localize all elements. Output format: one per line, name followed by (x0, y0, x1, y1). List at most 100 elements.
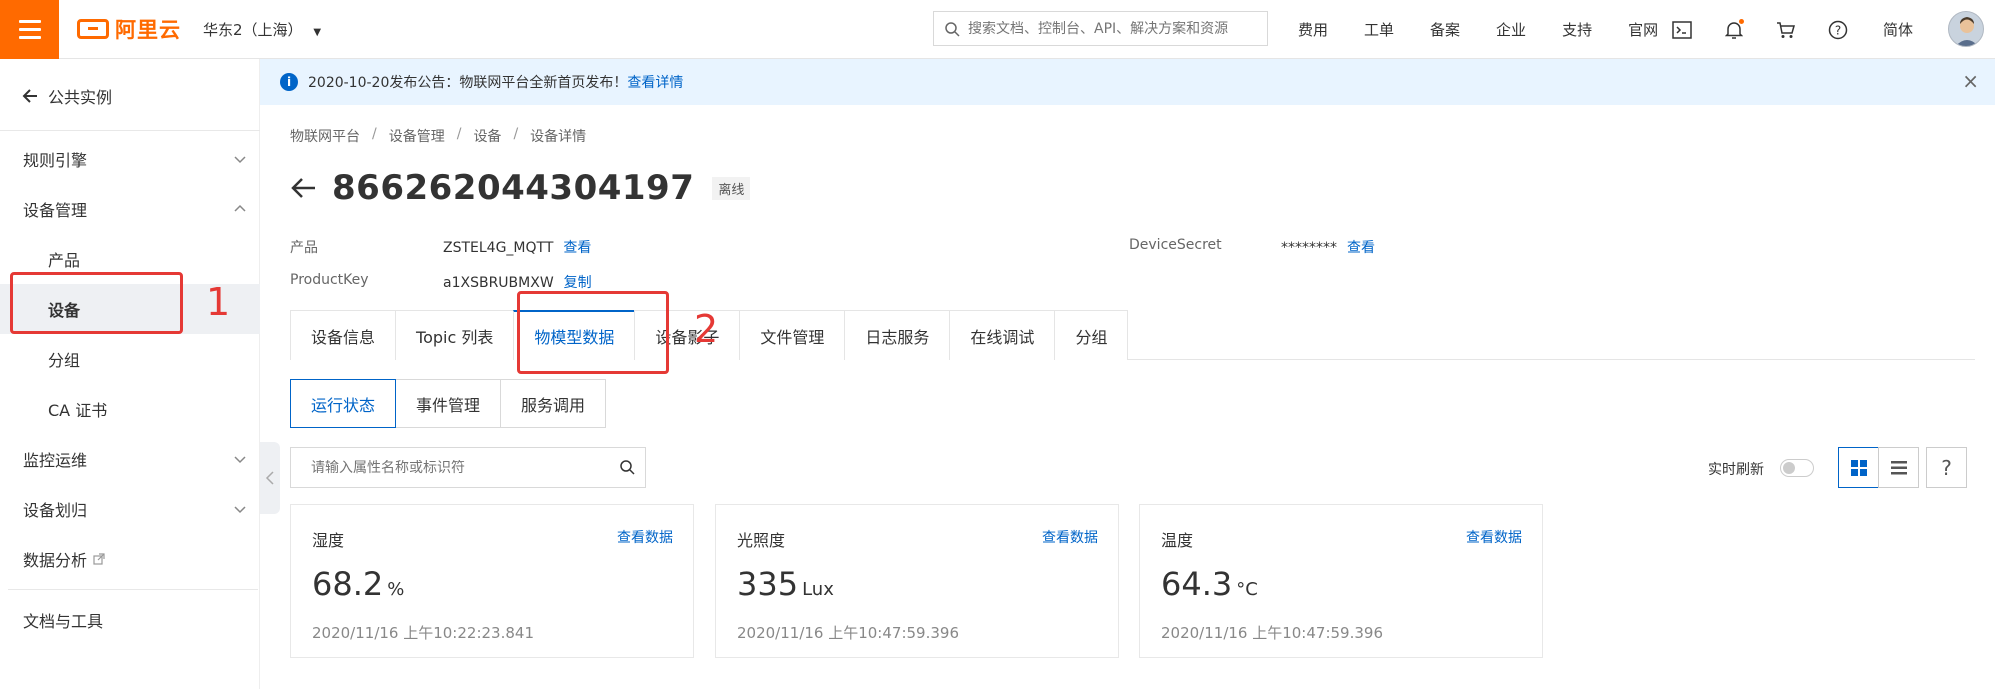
menu-button[interactable] (0, 0, 59, 59)
announcement-text: 2020-10-20发布公告：物联网平台全新首页发布！ (308, 75, 628, 91)
back-label: 公共实例 (48, 88, 113, 107)
chevron-down-icon (234, 456, 246, 464)
devicesecret-value-group: ******** 查看 (1281, 237, 1375, 257)
close-icon[interactable]: × (1962, 71, 1979, 91)
nav-tickets[interactable]: 工单 (1364, 19, 1394, 40)
region-selector[interactable]: 华东2（上海） ▼ (203, 19, 321, 40)
language-switch[interactable]: 简体 (1883, 19, 1913, 40)
sidebar-item-device-management[interactable]: 设备管理 (0, 184, 260, 234)
realtime-refresh-toggle[interactable] (1780, 459, 1814, 477)
help-icon[interactable]: ? (1826, 18, 1850, 42)
user-avatar[interactable] (1948, 11, 1984, 47)
sidebar-item-label: 设备 (48, 301, 81, 320)
property-name: 温度 (1161, 531, 1194, 550)
page-title-row: 866262044304197 离线 (290, 168, 751, 208)
tab-online-debug[interactable]: 在线调试 (949, 310, 1056, 360)
global-search[interactable] (933, 11, 1268, 46)
cart-icon[interactable] (1774, 18, 1798, 42)
product-label: 产品 (290, 237, 318, 257)
subtab-service-invocation[interactable]: 服务调用 (500, 379, 607, 428)
sidebar-item-label: CA 证书 (48, 401, 108, 420)
breadcrumb-item[interactable]: 物联网平台 (290, 126, 360, 146)
help-button[interactable]: ? (1926, 447, 1967, 488)
brand-name: 阿里云 (115, 18, 181, 42)
property-card-temperature: 温度 查看数据 64.3 °C 2020/11/16 上午10:47:59.396 (1139, 504, 1543, 658)
property-unit: Lux (802, 579, 834, 600)
top-bar: 阿里云 华东2（上海） ▼ 费用 工单 备案 企业 支持 官网 ? 简体 (0, 0, 1995, 59)
breadcrumb-item-current: 设备详情 (530, 129, 587, 145)
chevron-down-icon (234, 156, 246, 164)
chevron-down-icon (234, 506, 246, 514)
property-name: 光照度 (737, 531, 786, 550)
menu-icon-line (18, 36, 41, 39)
nav-enterprise[interactable]: 企业 (1496, 19, 1526, 40)
list-view-button[interactable] (1878, 447, 1919, 488)
aliyun-logo[interactable]: 阿里云 (77, 14, 181, 44)
sidebar-divider (8, 589, 258, 590)
sidebar-item-data-analysis[interactable]: 数据分析 (0, 534, 260, 584)
caret-down-icon: ▼ (313, 27, 322, 38)
devicesecret-label: DeviceSecret (1129, 237, 1222, 253)
menu-icon-line (18, 28, 41, 31)
view-secret-link[interactable]: 查看 (1347, 240, 1375, 256)
property-search (290, 447, 646, 488)
sidebar-item-monitoring[interactable]: 监控运维 (0, 434, 260, 484)
nav-official-site[interactable]: 官网 (1628, 19, 1658, 40)
sidebar-item-docs-tools[interactable]: 文档与工具 (0, 595, 260, 645)
status-badge: 离线 (712, 176, 751, 200)
notification-dot (1739, 18, 1744, 24)
productkey-value-group: a1XSBRUBMXW 复制 (443, 272, 592, 292)
copy-productkey-link[interactable]: 复制 (564, 275, 592, 291)
tab-device-info[interactable]: 设备信息 (290, 310, 397, 360)
view-data-link[interactable]: 查看数据 (617, 527, 673, 547)
sidebar-item-groups[interactable]: 分组 (0, 334, 260, 384)
sidebar-item-label: 分组 (48, 351, 81, 370)
sidebar-collapse-handle[interactable] (260, 442, 280, 514)
terminal-icon[interactable] (1670, 18, 1694, 42)
tab-log-service[interactable]: 日志服务 (844, 310, 951, 360)
grid-view-button[interactable] (1838, 447, 1879, 488)
tab-topic-list[interactable]: Topic 列表 (395, 310, 515, 360)
tab-file-management[interactable]: 文件管理 (739, 310, 846, 360)
view-data-link[interactable]: 查看数据 (1466, 527, 1522, 547)
sidebar-divider (0, 130, 260, 131)
back-to-public-instance[interactable]: 公共实例 (22, 84, 112, 108)
announcement-bar: i 2020-10-20发布公告：物联网平台全新首页发布！ 查看详情 × (260, 59, 1995, 105)
sidebar-item-device-assignment[interactable]: 设备划归 (0, 484, 260, 534)
nav-support[interactable]: 支持 (1562, 19, 1592, 40)
sidebar-item-rule-engine[interactable]: 规则引擎 (0, 134, 260, 184)
property-name: 湿度 (312, 531, 345, 550)
view-product-link[interactable]: 查看 (563, 240, 591, 256)
property-card-humidity: 湿度 查看数据 68.2% 2020/11/16 上午10:22:23.841 (290, 504, 694, 658)
property-timestamp: 2020/11/16 上午10:22:23.841 (312, 624, 534, 642)
sub-tabs: 运行状态 事件管理 服务调用 (290, 379, 607, 428)
sidebar-item-label: 设备管理 (23, 201, 88, 220)
breadcrumb-item[interactable]: 设备管理 (389, 126, 445, 146)
view-data-link[interactable]: 查看数据 (1042, 527, 1098, 547)
tab-groups[interactable]: 分组 (1054, 310, 1129, 360)
sidebar-item-label: 文档与工具 (23, 612, 104, 631)
bell-icon[interactable] (1722, 18, 1746, 42)
aliyun-logo-icon (77, 19, 109, 39)
property-card-illuminance: 光照度 查看数据 335 Lux 2020/11/16 上午10:47:59.39… (715, 504, 1119, 658)
tab-device-shadow[interactable]: 设备影子 (634, 310, 741, 360)
sidebar: 公共实例 规则引擎 设备管理 产品 设备 分组 CA 证书 监控运维 设备划归 … (0, 59, 260, 689)
nav-fees[interactable]: 费用 (1298, 19, 1328, 40)
search-icon[interactable] (619, 459, 635, 475)
search-icon (945, 21, 960, 37)
subtab-runtime-status[interactable]: 运行状态 (290, 379, 397, 428)
sidebar-item-products[interactable]: 产品 (0, 234, 260, 284)
nav-icp[interactable]: 备案 (1430, 19, 1460, 40)
property-search-input[interactable] (311, 459, 611, 476)
sidebar-item-ca-certificate[interactable]: CA 证书 (0, 384, 260, 434)
productkey-label: ProductKey (290, 272, 369, 288)
announcement-link[interactable]: 查看详情 (627, 72, 683, 92)
sidebar-item-devices[interactable]: 设备 (0, 284, 260, 334)
tab-thing-model-data[interactable]: 物模型数据 (513, 310, 636, 360)
top-icons: ? (1670, 0, 1850, 59)
arrow-left-icon (291, 178, 315, 198)
subtab-event-management[interactable]: 事件管理 (395, 379, 502, 428)
global-search-input[interactable] (968, 20, 1258, 37)
back-button[interactable] (290, 177, 316, 199)
breadcrumb-item[interactable]: 设备 (473, 126, 501, 146)
